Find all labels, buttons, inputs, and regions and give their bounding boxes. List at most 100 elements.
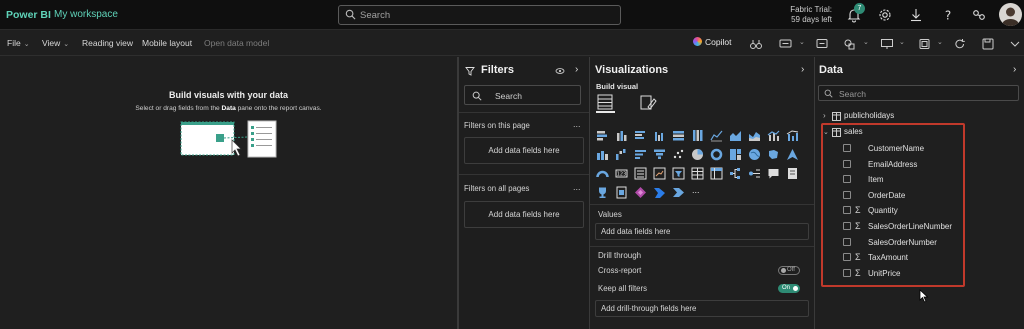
table-icon[interactable] xyxy=(691,167,704,180)
save-icon[interactable] xyxy=(981,38,995,50)
qa-icon[interactable] xyxy=(767,167,780,180)
cross-report-toggle[interactable]: Off xyxy=(778,266,800,275)
table-grid-icon xyxy=(597,94,613,110)
line-chart-icon[interactable] xyxy=(710,129,723,142)
smart-narrative-icon[interactable] xyxy=(786,167,799,180)
view-menu[interactable]: View ⌄ xyxy=(42,38,69,48)
download-icon[interactable] xyxy=(908,7,924,23)
power-automate-icon[interactable] xyxy=(653,186,666,199)
chat-icon[interactable] xyxy=(779,38,793,50)
svg-text:?: ? xyxy=(945,9,951,23)
comment-icon[interactable] xyxy=(815,38,829,50)
workspace-link[interactable]: My workspace xyxy=(54,9,118,20)
arrow-chevron-icon[interactable] xyxy=(672,186,685,199)
values-drop-zone[interactable]: Add data fields here xyxy=(595,223,809,240)
copilot-icon xyxy=(693,37,702,46)
stacked-column-chart-icon[interactable] xyxy=(615,129,628,142)
help-icon[interactable]: ? xyxy=(940,7,956,23)
chevron-down-icon[interactable]: ⌄ xyxy=(863,38,869,46)
funnel-chart-icon[interactable] xyxy=(653,148,666,161)
binoculars-icon[interactable] xyxy=(749,38,763,50)
100-stacked-column-chart-icon[interactable] xyxy=(691,129,704,142)
refresh-icon[interactable] xyxy=(953,38,967,50)
100-stacked-bar-chart-icon[interactable] xyxy=(672,129,685,142)
filters-page-drop-zone[interactable]: Add data fields here xyxy=(464,137,584,164)
file-menu[interactable]: File ⌄ xyxy=(7,38,30,48)
collapse-data-icon[interactable]: › xyxy=(1013,64,1016,75)
gear-icon[interactable] xyxy=(877,7,893,23)
treemap-icon[interactable] xyxy=(729,148,742,161)
matrix-icon[interactable] xyxy=(710,167,723,180)
build-visual-label: Build visual xyxy=(596,82,639,91)
filters-all-pages-more[interactable]: ... xyxy=(573,182,581,192)
gauge-icon[interactable] xyxy=(596,167,609,180)
chevron-down-icon[interactable]: ⌄ xyxy=(899,38,905,46)
mobile-layout-button[interactable]: Mobile layout xyxy=(142,38,192,48)
shapes-icon[interactable] xyxy=(843,38,857,50)
key-influencers-icon[interactable] xyxy=(748,167,761,180)
paginated-report-icon[interactable] xyxy=(615,186,628,199)
filters-on-page-more[interactable]: ... xyxy=(573,119,581,129)
power-apps-icon[interactable] xyxy=(634,186,647,199)
waterfall-chart-icon[interactable] xyxy=(615,148,628,161)
avatar[interactable] xyxy=(999,3,1022,26)
trial-status[interactable]: Fabric Trial: 59 days left xyxy=(760,5,832,25)
drill-through-drop-zone[interactable]: Add drill-through fields here xyxy=(595,300,809,317)
map-icon[interactable] xyxy=(748,148,761,161)
divider xyxy=(459,174,589,175)
data-title: Data xyxy=(819,64,843,76)
filters-pane: Filters › Search Filters on this page ..… xyxy=(459,57,589,329)
canvas-subtitle: Select or drag fields from the Data pane… xyxy=(135,105,322,112)
page-view-icon[interactable] xyxy=(918,38,932,50)
bar-trend-chart-icon[interactable] xyxy=(634,148,647,161)
filled-map-icon[interactable] xyxy=(767,148,780,161)
app-name[interactable]: Power BI xyxy=(6,9,51,21)
filters-title: Filters xyxy=(481,64,515,76)
global-search-input[interactable]: Search xyxy=(338,5,621,25)
pie-chart-icon[interactable] xyxy=(691,148,704,161)
chevron-right-icon: › xyxy=(823,111,826,120)
stacked-area-chart-icon[interactable] xyxy=(748,129,761,142)
format-visual-icon[interactable] xyxy=(639,95,657,111)
trophy-goals-icon[interactable] xyxy=(596,186,609,199)
present-icon[interactable] xyxy=(880,38,894,50)
scatter-chart-icon[interactable] xyxy=(672,148,685,161)
filters-search-input[interactable]: Search xyxy=(464,85,581,105)
expand-ribbon-icon[interactable] xyxy=(1008,38,1022,50)
table-publicholidays[interactable]: › publicholidays xyxy=(823,111,894,121)
azure-map-icon[interactable] xyxy=(786,148,799,161)
keep-all-filters-toggle[interactable]: On xyxy=(778,284,800,293)
data-search-input[interactable]: Search xyxy=(818,85,1019,101)
build-visual-tab[interactable] xyxy=(596,94,615,113)
donut-chart-icon[interactable] xyxy=(710,148,723,161)
kpi-icon[interactable] xyxy=(653,167,666,180)
clustered-column-chart-icon[interactable] xyxy=(653,129,666,142)
decomposition-tree-icon[interactable] xyxy=(729,167,742,180)
multi-row-card-icon[interactable] xyxy=(634,167,647,180)
reading-view-button[interactable]: Reading view xyxy=(82,38,133,48)
card-icon[interactable]: 123 xyxy=(615,167,628,180)
canvas-title: Build visuals with your data xyxy=(168,90,289,100)
line-and-clustered-column-icon[interactable] xyxy=(786,129,799,142)
area-chart-icon[interactable] xyxy=(729,129,742,142)
share-icon[interactable] xyxy=(971,7,987,23)
ribbon: File ⌄ View ⌄ Reading view Mobile layout O… xyxy=(0,30,1024,56)
ribbon-chart-icon[interactable] xyxy=(596,148,609,161)
more-visuals-icon[interactable]: ... xyxy=(692,185,700,195)
collapse-filters-icon[interactable]: › xyxy=(575,64,578,75)
collapse-visualizations-icon[interactable]: › xyxy=(801,64,804,75)
clustered-bar-chart-icon[interactable] xyxy=(634,129,647,142)
eye-icon[interactable] xyxy=(555,66,565,76)
table-name: publicholidays xyxy=(844,111,895,120)
mouse-cursor-icon xyxy=(919,289,929,303)
stacked-bar-chart-icon[interactable] xyxy=(596,129,609,142)
line-and-column-chart-icon[interactable] xyxy=(767,129,780,142)
open-data-model-button: Open data model xyxy=(204,38,270,48)
chevron-down-icon[interactable]: ⌄ xyxy=(937,38,943,46)
filters-all-drop-zone[interactable]: Add data fields here xyxy=(464,201,584,228)
filters-search-placeholder: Search xyxy=(495,91,522,101)
divider xyxy=(459,112,589,113)
copilot-button[interactable]: Copilot xyxy=(693,37,731,47)
slicer-icon[interactable] xyxy=(672,167,685,180)
chevron-down-icon[interactable]: ⌄ xyxy=(799,38,805,46)
